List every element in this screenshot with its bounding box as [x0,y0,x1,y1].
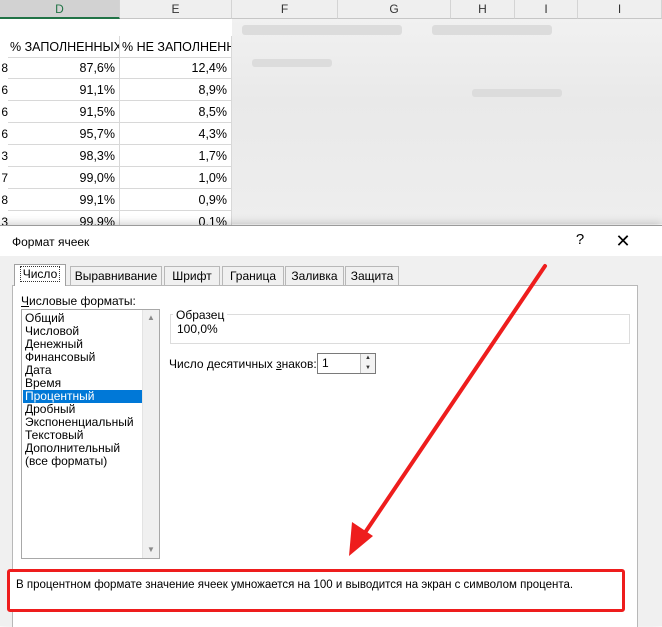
column-header-f[interactable]: F [232,0,338,19]
sample-value: 100,0% [177,322,218,336]
row-number[interactable]: 7 [0,167,8,189]
description-highlight-box: В процентном формате значение ячеек умно… [7,569,625,612]
format-description: В процентном формате значение ячеек умно… [16,579,574,591]
number-formats-list[interactable]: Общий Числовой Денежный Финансовый Дата Время… [21,309,160,559]
cell-filled-pct[interactable]: 91,5% [8,101,120,123]
cell-filled-pct[interactable]: 98,3% [8,145,120,167]
row-number[interactable]: 6 [0,79,8,101]
header-cell-filled[interactable]: % ЗАПОЛНЕННЫХ [8,36,120,58]
blurred-area [232,19,662,224]
tab-font[interactable]: Шрифт [164,266,220,285]
format-list-item[interactable]: (все форматы) [23,455,143,468]
cell-unfilled-pct[interactable]: 8,9% [120,79,232,101]
help-button[interactable]: ? [570,230,590,250]
number-formats-label: Числовые форматы: [21,294,136,308]
decimal-places-value[interactable]: 1 [322,356,329,370]
format-cells-dialog: Формат ячеек ? ✕ Число Выравнивание Шриф… [0,225,662,627]
row-number[interactable]: 8 [0,189,8,211]
tab-alignment[interactable]: Выравнивание [70,266,162,285]
cell-filled-pct[interactable]: 87,6% [8,57,120,79]
tab-border[interactable]: Граница [222,266,284,285]
column-header-h[interactable]: H [451,0,515,19]
column-header-d[interactable]: D [0,0,120,19]
cell-unfilled-pct[interactable]: 1,0% [120,167,232,189]
cell-filled-pct[interactable]: 99,1% [8,189,120,211]
cell-unfilled-pct[interactable]: 8,5% [120,101,232,123]
scroll-down-icon[interactable]: ▼ [143,542,159,558]
decimal-places-stepper[interactable]: 1 ▲ ▼ [317,353,376,374]
dialog-title: Формат ячеек [12,235,90,249]
spin-up-icon[interactable]: ▲ [361,354,375,363]
spin-down-icon[interactable]: ▼ [361,364,375,373]
tab-fill[interactable]: Заливка [285,266,344,285]
sample-label: Образец [173,308,228,322]
tab-protection[interactable]: Защита [345,266,399,285]
tab-number-label: Число [19,266,61,282]
column-header-j[interactable]: I [578,0,662,19]
column-header-g[interactable]: G [338,0,451,19]
dialog-titlebar[interactable]: Формат ячеек ? ✕ [0,226,662,256]
decimal-places-label: Число десятичных знаков: [169,357,317,371]
list-scrollbar[interactable]: ▲ ▼ [142,310,159,558]
close-button[interactable]: ✕ [612,230,634,252]
row-number[interactable]: 8 [0,57,8,79]
cell-filled-pct[interactable]: 95,7% [8,123,120,145]
row-number[interactable]: 6 [0,123,8,145]
cell-unfilled-pct[interactable]: 1,7% [120,145,232,167]
column-header-i[interactable]: I [515,0,578,19]
row-number[interactable]: 6 [0,101,8,123]
cell-filled-pct[interactable]: 99,0% [8,167,120,189]
tab-number[interactable]: Число [14,264,66,286]
cell-unfilled-pct[interactable]: 12,4% [120,57,232,79]
cell-unfilled-pct[interactable]: 0,9% [120,189,232,211]
spreadsheet: D E F G H I I % ЗАПОЛНЕННЫХ % НЕ ЗАПОЛНЕ… [0,0,662,258]
column-header-e[interactable]: E [120,0,232,19]
header-cell-unfilled[interactable]: % НЕ ЗАПОЛНЕННЫХ [120,36,232,58]
scroll-up-icon[interactable]: ▲ [143,310,159,326]
cell-filled-pct[interactable]: 91,1% [8,79,120,101]
sample-group [170,314,630,344]
cell-unfilled-pct[interactable]: 4,3% [120,123,232,145]
row-number[interactable]: 3 [0,145,8,167]
